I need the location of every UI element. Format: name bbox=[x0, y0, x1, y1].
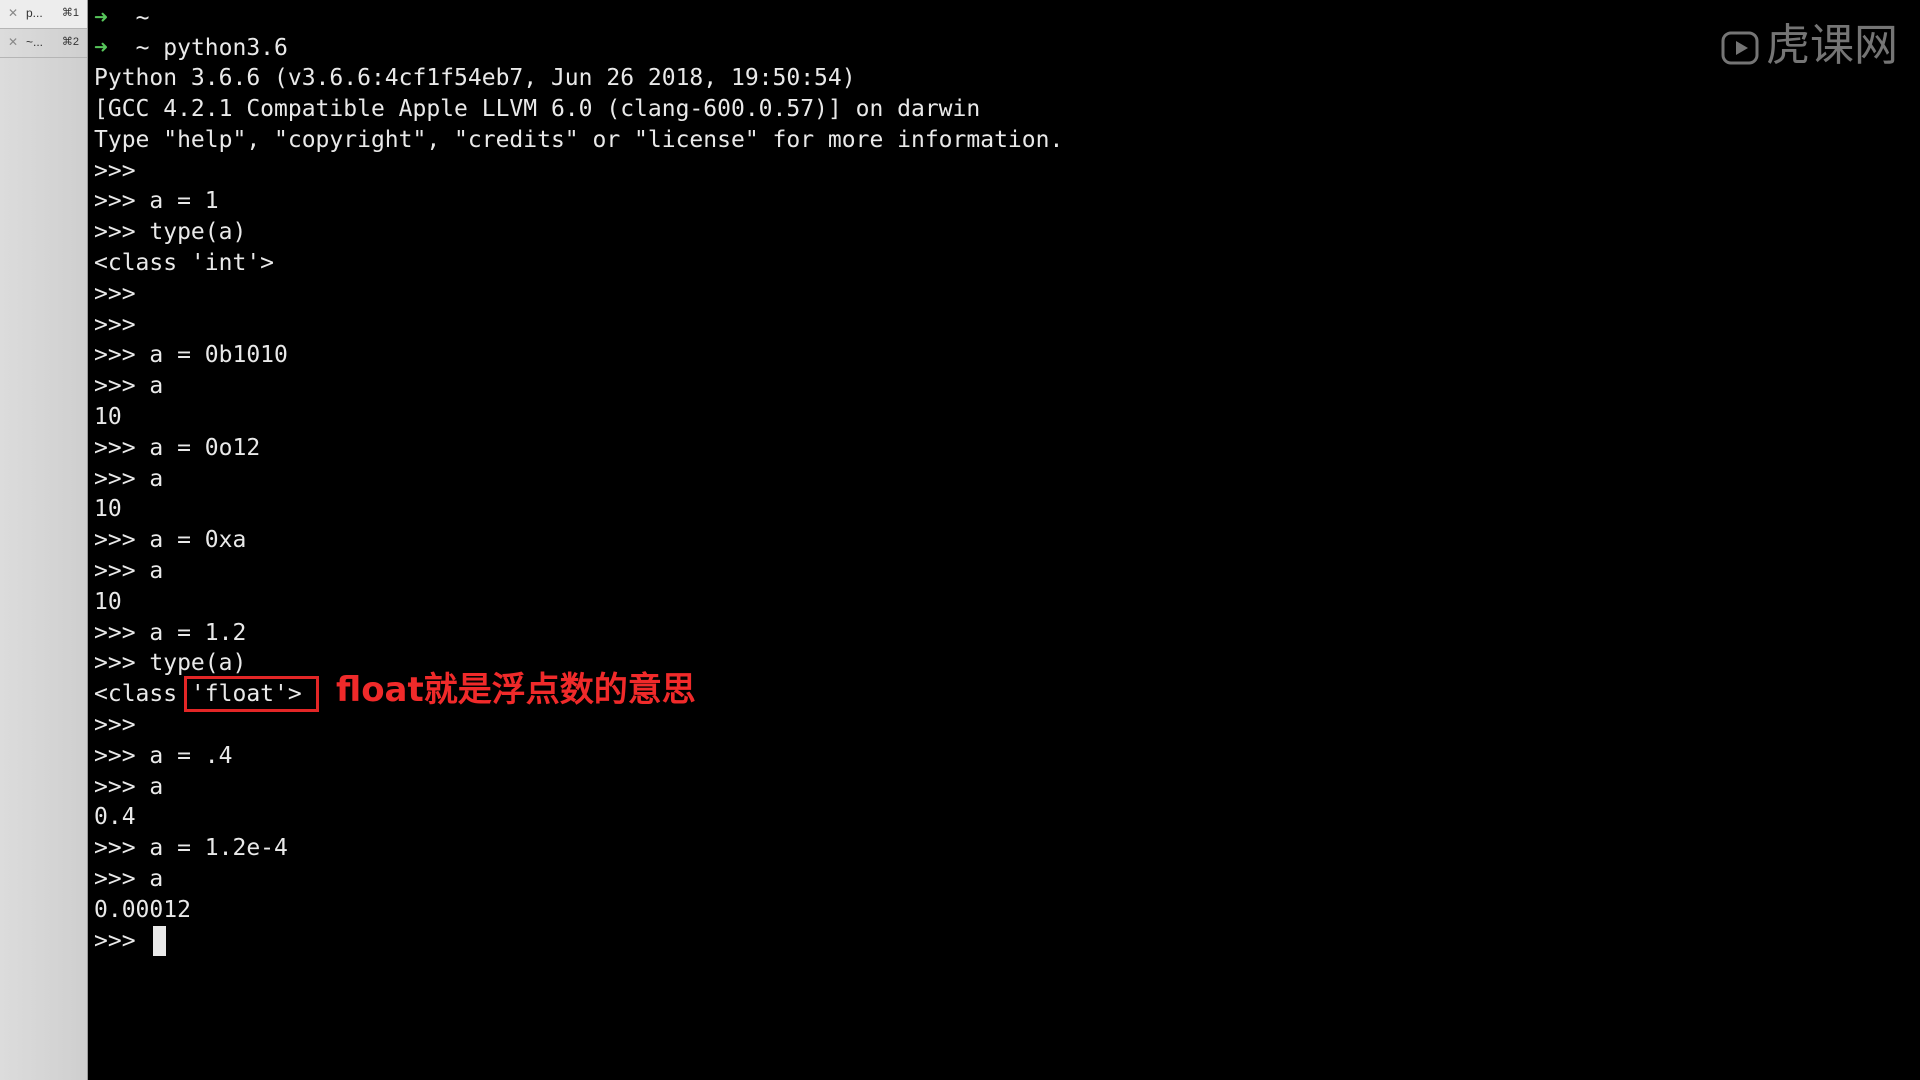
terminal-line: 10 bbox=[94, 404, 122, 430]
play-logo-icon bbox=[1720, 26, 1760, 66]
tab-2-label: ~... bbox=[26, 35, 44, 49]
text-cursor bbox=[153, 926, 167, 956]
tab-1-shortcut: ⌘1 bbox=[61, 7, 79, 19]
close-tab-1-icon[interactable]: ✕ bbox=[8, 6, 18, 20]
terminal-line: >>> a = 0o12 bbox=[94, 435, 261, 461]
terminal-line: >>> a = .4 bbox=[94, 743, 233, 769]
watermark: 虎课网 bbox=[1720, 18, 1898, 74]
prompt-arrow-icon: ➜ bbox=[94, 5, 108, 31]
terminal-line: Python 3.6.6 (v3.6.6:4cf1f54eb7, Jun 26 … bbox=[94, 65, 856, 91]
terminal-line: >>> a bbox=[94, 866, 164, 892]
terminal-line: >>> a bbox=[94, 774, 164, 800]
terminal-line: Type "help", "copyright", "credits" or "… bbox=[94, 127, 1064, 153]
highlight-box bbox=[184, 676, 319, 712]
terminal-line: >>> bbox=[94, 281, 136, 307]
terminal-line: >>> a = 1 bbox=[94, 188, 219, 214]
terminal-line: [GCC 4.2.1 Compatible Apple LLVM 6.0 (cl… bbox=[94, 96, 981, 122]
terminal-line: ➜ ~ bbox=[94, 5, 150, 31]
terminal-line: >>> a = 0b1010 bbox=[94, 342, 288, 368]
terminal-line: >>> a = 1.2 bbox=[94, 620, 247, 646]
terminal-line: >>> a bbox=[94, 558, 164, 584]
terminal-line: 10 bbox=[94, 589, 122, 615]
terminal-line: >>> bbox=[94, 712, 136, 738]
tab-2-shortcut: ⌘2 bbox=[61, 36, 79, 48]
terminal-line: 0.00012 bbox=[94, 897, 191, 923]
terminal-line: >>> bbox=[94, 158, 136, 184]
annotation-text: float就是浮点数的意思 bbox=[336, 670, 696, 710]
tab-1[interactable]: ✕ p... ⌘1 bbox=[0, 0, 87, 29]
tab-2[interactable]: ✕ ~... ⌘2 bbox=[0, 29, 87, 58]
terminal-output[interactable]: ➜ ~ ➜ ~ python3.6 Python 3.6.6 (v3.6.6:4… bbox=[94, 0, 1920, 1080]
terminal-line: >>> a bbox=[94, 373, 164, 399]
terminal-line: >>> type(a) bbox=[94, 650, 247, 676]
terminal-line: >>> type(a) bbox=[94, 219, 247, 245]
terminal-input-line[interactable]: >>> bbox=[94, 926, 167, 957]
terminal-line: ➜ ~ python3.6 bbox=[94, 35, 288, 61]
terminal-line: <class 'int'> bbox=[94, 250, 275, 276]
terminal-line: >>> a bbox=[94, 466, 164, 492]
terminal-line: 10 bbox=[94, 496, 122, 522]
terminal-line: 0.4 bbox=[94, 804, 136, 830]
terminal-line: >>> a = 1.2e-4 bbox=[94, 835, 288, 861]
close-tab-2-icon[interactable]: ✕ bbox=[8, 35, 18, 49]
terminal-line: >>> a = 0xa bbox=[94, 527, 247, 553]
prompt-arrow-icon: ➜ bbox=[94, 35, 108, 61]
tab-1-label: p... bbox=[26, 6, 43, 20]
tab-sidebar: ✕ p... ⌘1 ✕ ~... ⌘2 bbox=[0, 0, 88, 1080]
terminal-line: >>> bbox=[94, 312, 136, 338]
watermark-text: 虎课网 bbox=[1766, 20, 1898, 71]
